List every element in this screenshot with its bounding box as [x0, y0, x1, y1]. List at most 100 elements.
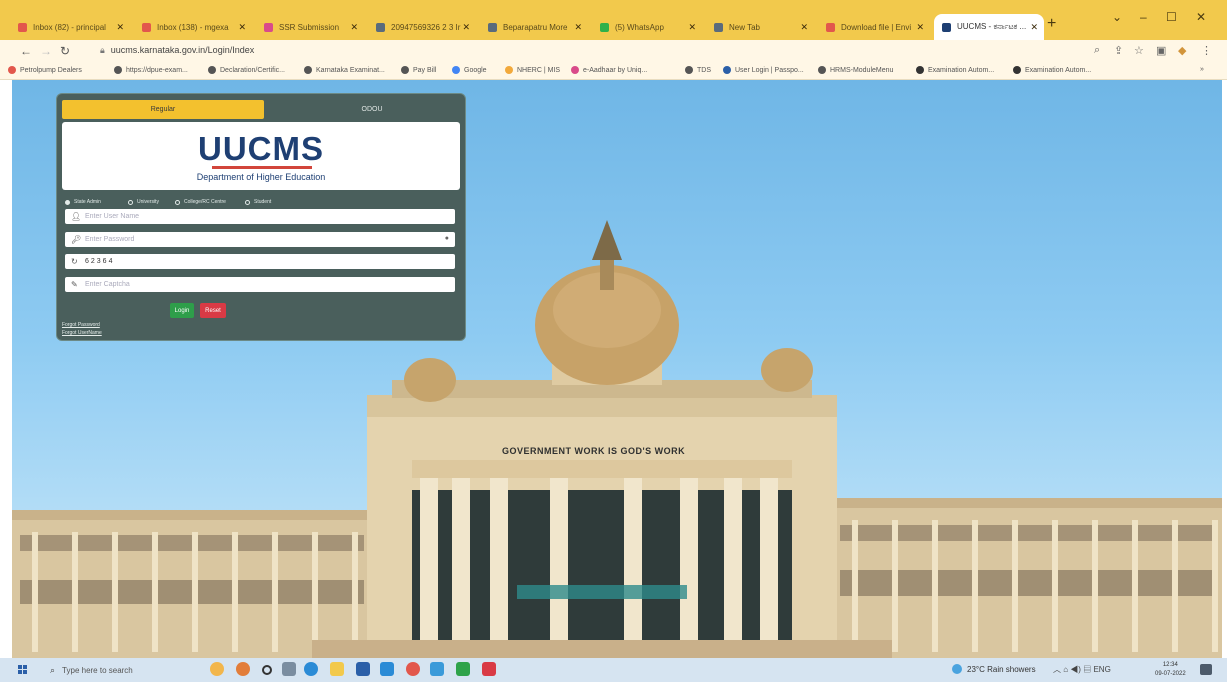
radio-student[interactable]: Student	[245, 199, 271, 205]
mail-icon[interactable]	[380, 662, 394, 676]
gmail-icon	[142, 22, 151, 32]
radio-university[interactable]: University	[128, 199, 159, 205]
bookmark-item[interactable]: https://dpue-exam...	[114, 66, 188, 74]
keyboard-icon[interactable]: ▤	[1083, 665, 1091, 674]
language-indicator[interactable]: ENG	[1093, 665, 1110, 674]
chevron-down-icon[interactable]: ⌄	[1112, 10, 1122, 24]
browser-tab[interactable]: SSR Submission ✕	[256, 14, 364, 40]
lock-icon: 🔒︎	[100, 45, 105, 55]
maximize-icon[interactable]: ☐	[1166, 10, 1177, 24]
username-field[interactable]: 👤︎ Enter User Name	[65, 209, 455, 224]
password-field[interactable]: 🔑︎ Enter Password ●	[65, 232, 455, 247]
tab-odou[interactable]: ODOU	[317, 100, 427, 119]
globe-icon	[304, 66, 312, 74]
bookmark-item[interactable]: e-Aadhaar by Uniq...	[571, 66, 647, 74]
store-icon[interactable]	[356, 662, 370, 676]
file-explorer-icon[interactable]	[330, 662, 344, 676]
refresh-captcha-icon[interactable]: ↻	[71, 257, 85, 266]
close-tab-icon[interactable]: ✕	[800, 22, 808, 33]
whatsapp-icon	[600, 22, 609, 32]
bookmark-item[interactable]: Pay Bill	[401, 66, 436, 74]
more-bookmarks-icon[interactable]: »	[1200, 66, 1204, 73]
browser-tab-active[interactable]: UUCMS - ಕರ್ನಾಟಕ ... ✕	[934, 14, 1044, 40]
close-window-icon[interactable]: ✕	[1196, 10, 1206, 24]
share-icon[interactable]: ⇪	[1114, 44, 1123, 57]
bookmark-item[interactable]: Examination Autom...	[1013, 66, 1091, 74]
chevron-up-icon[interactable]: ︿	[1053, 665, 1061, 674]
tab-regular[interactable]: Regular	[62, 100, 264, 119]
bookmark-item[interactable]: Google	[452, 66, 487, 74]
close-tab-icon[interactable]: ✕	[462, 22, 470, 33]
reset-button[interactable]: Reset	[200, 303, 226, 318]
cortana-icon[interactable]	[262, 665, 272, 675]
show-password-icon[interactable]: ●	[445, 235, 449, 242]
volume-icon[interactable]: ◀)	[1070, 665, 1081, 674]
photos-icon[interactable]	[430, 662, 444, 676]
edge-icon[interactable]	[304, 662, 318, 676]
screen: Inbox (82) - principal ✕ Inbox (138) - mg…	[0, 0, 1227, 682]
browser-tab[interactable]: New Tab ✕	[706, 14, 814, 40]
close-tab-icon[interactable]: ✕	[238, 22, 246, 33]
weather-widget[interactable]: 23°C Rain showers	[952, 664, 1036, 674]
bookmark-item[interactable]: Examination Autom...	[916, 66, 994, 74]
address-bar[interactable]: 🔒︎ uucms.karnataka.gov.in/Login/Index	[100, 45, 254, 56]
widgets-icon[interactable]	[210, 662, 224, 676]
weather-app-icon[interactable]	[236, 662, 250, 676]
bookmark-item[interactable]: NHERC | MIS	[505, 66, 560, 74]
login-button[interactable]: Login	[170, 303, 194, 318]
building-inscription: GOVERNMENT WORK IS GOD'S WORK	[502, 446, 686, 456]
zoom-icon[interactable]: ⌕	[1094, 44, 1100, 57]
excel-icon[interactable]	[456, 662, 470, 676]
system-tray[interactable]: ︿ ⌂ ◀) ▤ ENG	[1053, 664, 1111, 675]
radio-college-centre[interactable]: College/RC Centre	[175, 199, 226, 205]
browser-tab[interactable]: Inbox (138) - mgexa ✕	[134, 14, 252, 40]
search-icon: ⌕	[50, 664, 56, 675]
taskbar-search[interactable]: ⌕ Type here to search	[44, 661, 204, 679]
minimize-icon[interactable]: –	[1140, 10, 1147, 24]
clock-date: 09-07-2022	[1155, 671, 1186, 677]
bookmark-item[interactable]: HRMS-ModuleMenu	[818, 66, 893, 74]
forgot-password-link[interactable]: Forgot Password	[62, 322, 100, 328]
radio-state-admin[interactable]: State Admin	[65, 199, 101, 205]
pdf-icon[interactable]	[482, 662, 496, 676]
globe-icon	[401, 66, 409, 74]
taskbar-clock[interactable]: 12:34 09-07-2022	[1155, 661, 1186, 679]
network-icon[interactable]: ⌂	[1063, 665, 1068, 674]
forward-icon[interactable]: →	[40, 44, 52, 58]
browser-tab[interactable]: Inbox (82) - principal ✕	[10, 14, 130, 40]
browser-tab[interactable]: Beparapatru More ✕	[480, 14, 588, 40]
bookmark-item[interactable]: Petrolpump Dealers	[8, 66, 82, 74]
close-tab-icon[interactable]: ✕	[688, 22, 696, 33]
bookmark-item[interactable]: Declaration/Certific...	[208, 66, 285, 74]
bookmark-item[interactable]: Karnataka Examinat...	[304, 66, 385, 74]
globe-icon	[714, 22, 723, 32]
uucms-logo: UUCMS Department of Higher Education	[62, 122, 460, 190]
menu-icon[interactable]: ⋮	[1201, 44, 1212, 57]
radio-icon	[245, 199, 250, 205]
bookmark-item[interactable]: User Login | Passpo...	[723, 66, 804, 74]
browser-tab[interactable]: (5) WhatsApp ✕	[592, 14, 702, 40]
close-tab-icon[interactable]: ✕	[916, 22, 924, 33]
new-tab-icon[interactable]: +	[1047, 15, 1056, 33]
bookmarks-bar: Petrolpump Dealers https://dpue-exam... …	[0, 62, 1227, 80]
close-tab-icon[interactable]: ✕	[574, 22, 582, 33]
captcha-field[interactable]: ✎ Enter Captcha	[65, 277, 455, 292]
back-icon[interactable]: ←	[20, 44, 32, 58]
reload-icon[interactable]: ↻	[60, 44, 70, 58]
forgot-username-link[interactable]: Forgot UserName	[62, 330, 102, 336]
bookmark-icon	[723, 66, 731, 74]
close-tab-icon[interactable]: ✕	[116, 22, 124, 33]
browser-tab[interactable]: Download file | Envi ✕	[818, 14, 930, 40]
extension-icon[interactable]: ◆	[1178, 44, 1186, 57]
chrome-icon[interactable]	[406, 662, 420, 676]
browser-tab[interactable]: 20947569326 2 3 Ir ✕	[368, 14, 476, 40]
close-tab-icon[interactable]: ✕	[350, 22, 358, 33]
close-tab-icon[interactable]: ✕	[1030, 22, 1038, 33]
task-view-icon[interactable]	[282, 662, 296, 676]
bookmark-item[interactable]: TDS	[685, 66, 711, 74]
bookmark-star-icon[interactable]: ☆	[1134, 44, 1144, 57]
bookmark-icon	[8, 66, 16, 74]
notification-icon[interactable]	[1200, 664, 1212, 675]
windows-start-icon[interactable]	[18, 665, 28, 675]
tab-search-icon[interactable]: ▣	[1156, 44, 1166, 57]
